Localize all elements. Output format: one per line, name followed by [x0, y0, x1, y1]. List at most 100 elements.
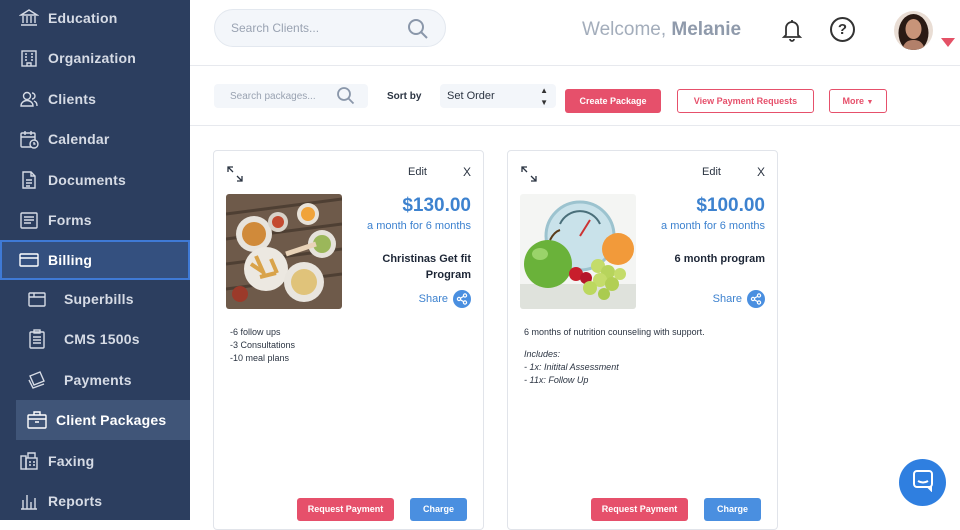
sidebar-item-label: Clients — [48, 91, 97, 107]
document-icon — [18, 169, 40, 191]
bell-icon[interactable] — [780, 17, 804, 48]
clipboard-icon — [26, 328, 48, 350]
sidebar-item-label: Reports — [48, 493, 103, 509]
sidebar-item-label: Faxing — [48, 453, 95, 469]
sidebar-item-payments[interactable]: Payments — [0, 360, 190, 400]
request-payment-button[interactable]: Request Payment — [297, 498, 394, 521]
package-description: -6 follow ups -3 Consultations -10 meal … — [230, 326, 295, 365]
package-description: 6 months of nutrition counseling with su… — [524, 326, 705, 387]
package-detail-line: -10 meal plans — [230, 353, 290, 363]
package-icon — [26, 409, 48, 431]
packages-toolbar: Sort by Set Order ▲▼ Create Package View… — [190, 67, 960, 126]
more-button[interactable]: More ▼ — [829, 89, 887, 113]
welcome-prefix: Welcome, — [582, 19, 667, 40]
package-search-input[interactable] — [230, 84, 330, 108]
includes-item: - 1x: Initital Assessment — [524, 362, 619, 372]
share-button[interactable]: Share — [419, 290, 471, 308]
sidebar-item-calendar[interactable]: Calendar — [0, 119, 190, 159]
package-period: a month for 6 months — [661, 220, 765, 232]
expand-icon[interactable] — [227, 166, 243, 187]
close-icon[interactable]: X — [463, 165, 471, 179]
sort-select[interactable]: Set Order ▲ ▼ — [440, 84, 556, 108]
search-icon[interactable] — [407, 18, 429, 45]
package-name: Christinas Get fit Program — [382, 253, 471, 281]
package-card: Edit X $130.00 a month for 6 months Chri… — [213, 150, 484, 530]
forms-icon — [18, 209, 40, 231]
sidebar-item-label: Forms — [48, 212, 92, 228]
sidebar-item-cms-1500s[interactable]: CMS 1500s — [0, 319, 190, 359]
welcome-message: Welcome, Melanie — [582, 19, 741, 41]
sidebar-item-billing[interactable]: Billing — [0, 240, 190, 280]
package-detail-line: -6 follow ups — [230, 327, 281, 337]
users-icon — [18, 88, 40, 110]
sidebar-item-faxing[interactable]: Faxing — [0, 441, 190, 481]
package-search — [214, 84, 368, 108]
sidebar-item-education[interactable]: Education — [0, 0, 190, 38]
sidebar-item-label: CMS 1500s — [64, 331, 140, 347]
sort-select-value: Set Order — [447, 90, 495, 102]
share-button[interactable]: Share — [713, 290, 765, 308]
sidebar: Education Organization Clients Calendar … — [0, 0, 190, 520]
fax-icon — [18, 450, 40, 472]
close-icon[interactable]: X — [757, 165, 765, 179]
charge-button[interactable]: Charge — [704, 498, 761, 521]
package-price: $100.00 — [696, 195, 765, 216]
search-icon[interactable] — [336, 86, 356, 111]
package-card: Edit X $100.00 a month for 6 months 6 mo… — [507, 150, 778, 530]
sidebar-item-label: Client Packages — [56, 412, 167, 428]
sidebar-item-organization[interactable]: Organization — [0, 38, 190, 78]
package-image — [520, 194, 636, 309]
calendar-icon — [18, 128, 40, 150]
share-icon — [747, 290, 765, 308]
sidebar-item-label: Payments — [64, 372, 132, 388]
share-icon — [453, 290, 471, 308]
share-label: Share — [712, 293, 742, 305]
sidebar-item-label: Billing — [48, 252, 93, 268]
includes-item: - 11x: Follow Up — [524, 375, 589, 385]
chat-icon — [911, 468, 935, 497]
package-image — [226, 194, 342, 309]
org-icon — [18, 47, 40, 69]
package-name: 6 month program — [674, 253, 765, 265]
sidebar-item-documents[interactable]: Documents — [0, 160, 190, 200]
sort-label: Sort by — [387, 91, 422, 102]
request-payment-button[interactable]: Request Payment — [591, 498, 688, 521]
edit-button[interactable]: Edit — [702, 166, 721, 178]
top-bar: Welcome, Melanie ? — [190, 0, 960, 66]
charge-button[interactable]: Charge — [410, 498, 467, 521]
help-icon[interactable]: ? — [830, 17, 855, 42]
package-description-text: 6 months of nutrition counseling with su… — [524, 327, 705, 337]
share-label: Share — [418, 293, 448, 305]
sidebar-item-label: Calendar — [48, 131, 110, 147]
expand-icon[interactable] — [521, 166, 537, 187]
reports-icon — [18, 490, 40, 512]
chat-launcher[interactable] — [899, 459, 946, 506]
sidebar-item-client-packages[interactable]: Client Packages — [16, 400, 190, 440]
sidebar-item-label: Organization — [48, 50, 136, 66]
caret-down-icon: ▼ — [866, 99, 874, 106]
package-detail-line: -3 Consultations — [230, 340, 296, 350]
sort-arrows-icon: ▲ ▼ — [540, 86, 548, 107]
user-name: Melanie — [671, 19, 742, 40]
sidebar-item-label: Documents — [48, 172, 127, 188]
sidebar-item-label: Superbills — [64, 291, 134, 307]
sidebar-item-clients[interactable]: Clients — [0, 79, 190, 119]
more-button-label: More — [842, 96, 865, 106]
package-period: a month for 6 months — [367, 220, 471, 232]
view-payment-requests-button[interactable]: View Payment Requests — [677, 89, 814, 113]
avatar[interactable] — [894, 11, 933, 50]
sidebar-item-superbills[interactable]: Superbills — [0, 279, 190, 319]
client-search-input[interactable] — [231, 10, 401, 46]
edit-button[interactable]: Edit — [408, 166, 427, 178]
sidebar-item-label: Education — [48, 10, 118, 26]
includes-title: Includes: — [524, 349, 561, 359]
client-search — [214, 9, 446, 47]
package-price: $130.00 — [402, 195, 471, 216]
sidebar-item-forms[interactable]: Forms — [0, 200, 190, 240]
payments-icon — [26, 369, 48, 391]
create-package-button[interactable]: Create Package — [565, 89, 661, 113]
building-icon — [18, 7, 40, 29]
chevron-down-icon[interactable] — [941, 38, 955, 47]
sidebar-item-reports[interactable]: Reports — [0, 481, 190, 521]
billing-icon — [18, 249, 40, 271]
